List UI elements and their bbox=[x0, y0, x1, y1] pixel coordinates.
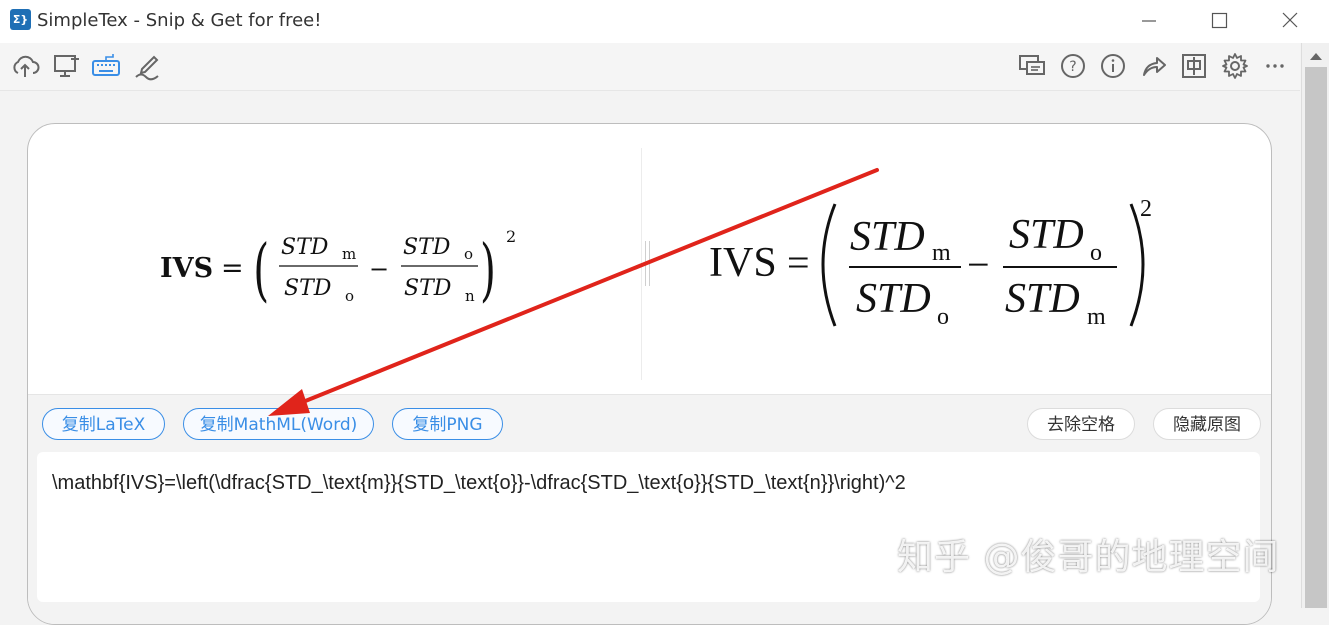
close-button[interactable] bbox=[1268, 0, 1314, 43]
svg-text:STD: STD bbox=[1009, 212, 1084, 258]
info-icon[interactable] bbox=[1098, 51, 1128, 81]
close-icon bbox=[1282, 12, 1298, 28]
svg-text:STD: STD bbox=[856, 276, 931, 322]
svg-text:o: o bbox=[937, 304, 949, 330]
svg-text:=: = bbox=[787, 240, 810, 285]
svg-text:−: − bbox=[369, 255, 389, 283]
help-icon[interactable]: ? bbox=[1058, 51, 1088, 81]
share-icon[interactable] bbox=[1139, 51, 1169, 81]
copy-png-button[interactable]: 复制PNG bbox=[392, 408, 503, 440]
chinese-mode-icon[interactable] bbox=[1179, 51, 1209, 81]
original-lhs: IVS bbox=[709, 240, 777, 286]
handwriting-icon[interactable] bbox=[132, 51, 162, 81]
maximize-icon bbox=[1211, 12, 1228, 29]
hide-original-button[interactable]: 隐藏原图 bbox=[1153, 408, 1261, 440]
title-bar: Σ} SimpleTex - Snip & Get for free! bbox=[0, 0, 1329, 43]
output-panel: 复制LaTeX 复制MathML(Word) 复制PNG 去除空格 隐藏原图 \… bbox=[28, 394, 1271, 624]
svg-text:STD: STD bbox=[1005, 276, 1080, 322]
screen-capture-icon[interactable] bbox=[51, 51, 81, 81]
latex-output-text[interactable]: \mathbf{IVS}=\left(\dfrac{STD_\text{m}}{… bbox=[52, 472, 906, 495]
formula-lhs: IVS bbox=[160, 253, 213, 284]
scroll-up-icon[interactable] bbox=[1310, 53, 1322, 60]
resize-grip[interactable] bbox=[645, 241, 650, 286]
copy-mathml-button[interactable]: 复制MathML(Word) bbox=[183, 408, 374, 440]
formula-num1: STD bbox=[281, 235, 329, 260]
svg-text:2: 2 bbox=[1140, 196, 1152, 222]
maximize-button[interactable] bbox=[1196, 0, 1242, 43]
copy-latex-button[interactable]: 复制LaTeX bbox=[42, 408, 165, 440]
preview-divider bbox=[641, 148, 642, 380]
svg-text:−: − bbox=[967, 242, 990, 287]
svg-text:m: m bbox=[1087, 304, 1106, 330]
svg-text:o: o bbox=[1090, 240, 1102, 266]
svg-text:o: o bbox=[464, 245, 473, 263]
keyboard-icon[interactable] bbox=[91, 51, 121, 81]
toolbar: ? bbox=[0, 43, 1300, 91]
cloud-upload-icon[interactable] bbox=[10, 51, 40, 81]
vertical-scrollbar[interactable] bbox=[1301, 43, 1329, 608]
remove-spaces-button[interactable]: 去除空格 bbox=[1027, 408, 1135, 440]
window-title: SimpleTex - Snip & Get for free! bbox=[37, 10, 322, 31]
minimize-button[interactable] bbox=[1126, 0, 1172, 43]
svg-text:STD: STD bbox=[850, 214, 925, 260]
feedback-icon[interactable] bbox=[1017, 51, 1047, 81]
formula-exponent: 2 bbox=[506, 227, 516, 246]
original-formula-image: IVS = STD m STD o − STD o STD m 2 bbox=[709, 196, 1152, 330]
svg-text:m: m bbox=[342, 245, 356, 263]
svg-text:=: = bbox=[221, 253, 244, 284]
formula-num2: STD bbox=[403, 235, 451, 260]
svg-text:?: ? bbox=[1069, 59, 1076, 75]
svg-text:m: m bbox=[932, 240, 951, 266]
svg-text:n: n bbox=[465, 287, 475, 305]
svg-text:o: o bbox=[345, 287, 354, 305]
formula-den1: STD bbox=[284, 276, 332, 301]
rendered-formula: IVS = ( STD m STD o − STD o STD n ) 2 bbox=[160, 227, 516, 310]
watermark-text: 知乎 @俊哥的地理空间 bbox=[897, 537, 1280, 578]
scroll-thumb[interactable] bbox=[1305, 67, 1327, 608]
minimize-icon bbox=[1142, 20, 1156, 22]
settings-icon[interactable] bbox=[1220, 51, 1250, 81]
svg-text:(: ( bbox=[253, 231, 269, 310]
app-logo-icon: Σ} bbox=[10, 9, 31, 30]
svg-text:): ) bbox=[480, 231, 496, 310]
more-icon[interactable] bbox=[1260, 51, 1290, 81]
formula-den2: STD bbox=[404, 276, 452, 301]
